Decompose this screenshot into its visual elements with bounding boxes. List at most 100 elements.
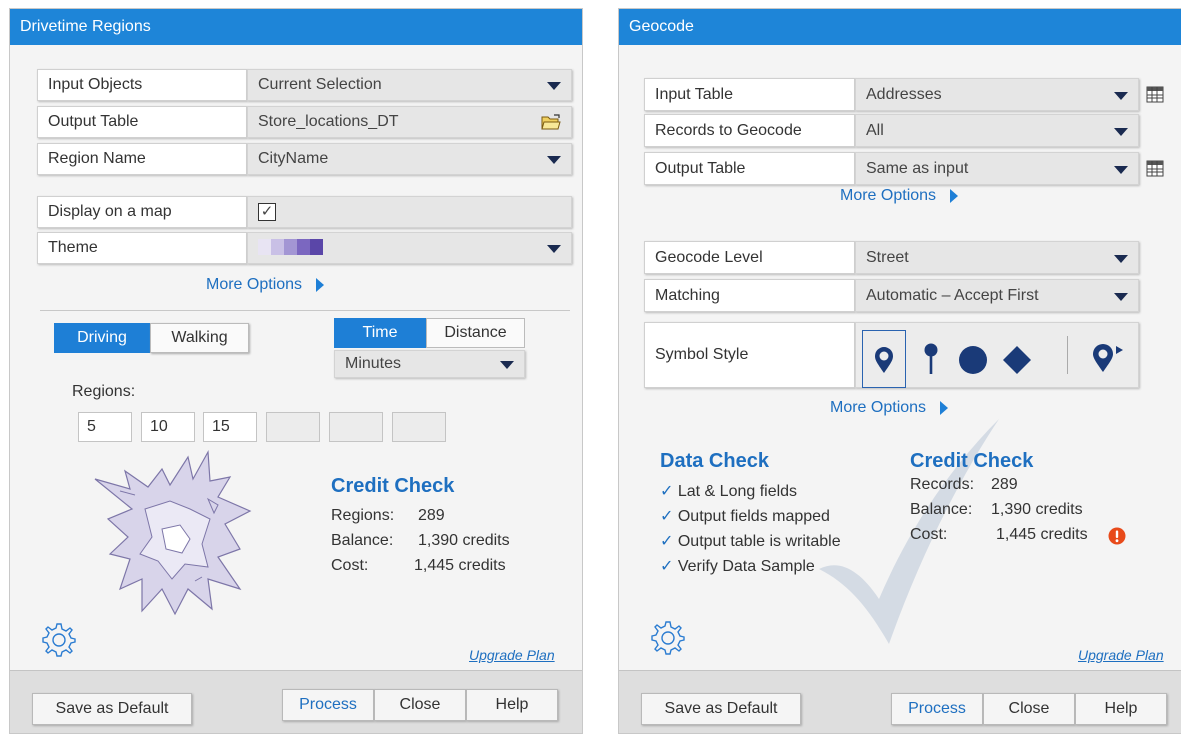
- help-button[interactable]: Help: [1075, 693, 1167, 725]
- divider: [40, 310, 570, 311]
- credit-cost-value: 1,445 credits: [414, 557, 506, 574]
- save-as-default-button[interactable]: Save as Default: [32, 693, 192, 725]
- output-table-value: Store_locations_DT: [258, 113, 399, 130]
- region-input-3[interactable]: 15: [203, 412, 257, 442]
- output-table-value: Same as input: [866, 160, 969, 177]
- data-check-item: ✓ Lat & Long fields: [660, 481, 797, 501]
- region-input-2[interactable]: 10: [141, 412, 195, 442]
- symbol-pushpin-option[interactable]: [911, 330, 955, 388]
- region-input-1[interactable]: 5: [78, 412, 132, 442]
- data-check-item: ✓ Output table is writable: [660, 531, 841, 551]
- check-icon: ✓: [660, 533, 674, 550]
- pushpin-icon: [924, 343, 938, 374]
- unit-select[interactable]: Minutes: [334, 350, 525, 378]
- records-to-geocode-value: All: [866, 122, 884, 139]
- more-options-link[interactable]: More Options: [206, 276, 325, 294]
- credit-check-title: Credit Check: [331, 475, 455, 497]
- dialog-footer: Save as Default Process Close Help: [10, 670, 582, 733]
- warning-icon: [1108, 527, 1126, 545]
- credit-cost-key: Cost:: [331, 557, 369, 574]
- regions-label: Regions:: [72, 383, 136, 400]
- triangle-right-icon: [316, 277, 325, 292]
- theme-label: Theme: [37, 232, 247, 264]
- display-on-map-checkbox[interactable]: ✓: [258, 203, 276, 221]
- folder-open-icon[interactable]: [541, 114, 561, 131]
- check-icon: ✓: [660, 558, 674, 575]
- chevron-down-icon: [547, 245, 561, 253]
- region-input-4[interactable]: [266, 412, 320, 442]
- credit-check-title: Credit Check: [910, 450, 1034, 472]
- check-icon: ✓: [660, 483, 674, 500]
- chevron-down-icon: [500, 361, 514, 369]
- credit-regions-key: Regions:: [331, 507, 395, 524]
- matching-select[interactable]: Automatic – Accept First: [855, 279, 1139, 312]
- region-name-label: Region Name: [37, 143, 247, 175]
- chevron-down-icon: [1114, 128, 1128, 136]
- save-as-default-button[interactable]: Save as Default: [641, 693, 801, 725]
- input-table-select[interactable]: Addresses: [855, 78, 1139, 111]
- table-icon[interactable]: [1145, 158, 1165, 178]
- symbol-circle-option[interactable]: [951, 330, 995, 388]
- gear-icon[interactable]: [40, 621, 76, 657]
- triangle-right-icon: [950, 188, 959, 203]
- matching-label: Matching: [644, 279, 855, 312]
- credit-records-key: Records:: [910, 476, 975, 493]
- records-to-geocode-select[interactable]: All: [855, 114, 1139, 147]
- output-table-select[interactable]: Same as input: [855, 152, 1139, 185]
- map-pin-more-icon: [1093, 344, 1123, 372]
- display-on-map-field: ✓: [247, 196, 572, 228]
- diamond-icon: [1003, 346, 1031, 374]
- input-objects-value: Current Selection: [258, 76, 382, 93]
- credit-cost-key: Cost:: [910, 526, 948, 543]
- symbol-style-label: Symbol Style: [644, 322, 855, 388]
- process-button[interactable]: Process: [891, 693, 983, 725]
- chevron-down-icon: [1114, 293, 1128, 301]
- display-on-map-label: Display on a map: [37, 196, 247, 228]
- geocode-level-label: Geocode Level: [644, 241, 855, 274]
- divider: [1067, 336, 1068, 374]
- table-icon[interactable]: [1145, 84, 1165, 104]
- upgrade-plan-link[interactable]: Upgrade Plan: [1078, 647, 1164, 663]
- input-objects-select[interactable]: Current Selection: [247, 69, 572, 101]
- check-icon: ✓: [660, 508, 674, 525]
- symbol-more-option[interactable]: [1085, 330, 1129, 388]
- theme-swatch: [258, 239, 323, 255]
- geocode-level-value: Street: [866, 249, 909, 266]
- chevron-down-icon: [547, 82, 561, 90]
- tab-driving[interactable]: Driving: [54, 323, 150, 353]
- output-table-field[interactable]: Store_locations_DT: [247, 106, 572, 138]
- tab-walking[interactable]: Walking: [150, 323, 249, 353]
- close-button[interactable]: Close: [374, 689, 466, 721]
- chevron-down-icon: [1114, 255, 1128, 263]
- tab-distance[interactable]: Distance: [426, 318, 525, 348]
- chevron-down-icon: [1114, 92, 1128, 100]
- geocode-dialog: Geocode Input Table Addresses Records to…: [618, 8, 1181, 734]
- credit-balance-value: 1,390 credits: [991, 501, 1083, 518]
- input-table-label: Input Table: [644, 78, 855, 111]
- data-check-item: ✓ Verify Data Sample: [660, 556, 815, 576]
- chevron-down-icon: [547, 156, 561, 164]
- more-options-label: More Options: [840, 187, 937, 204]
- help-button[interactable]: Help: [466, 689, 558, 721]
- theme-select[interactable]: [247, 232, 572, 264]
- region-input-5[interactable]: [329, 412, 383, 442]
- region-name-select[interactable]: CityName: [247, 143, 572, 175]
- symbol-diamond-option[interactable]: [995, 330, 1039, 388]
- close-button[interactable]: Close: [983, 693, 1075, 725]
- region-name-value: CityName: [258, 150, 329, 167]
- dialog-footer: Save as Default Process Close Help: [619, 670, 1181, 733]
- tab-time[interactable]: Time: [334, 318, 426, 348]
- more-options-link[interactable]: More Options: [840, 187, 959, 205]
- output-table-label: Output Table: [37, 106, 247, 138]
- gear-icon[interactable]: [649, 619, 685, 655]
- matching-value: Automatic – Accept First: [866, 287, 1039, 304]
- credit-regions-value: 289: [418, 507, 445, 524]
- data-check-item-label: Output table is writable: [677, 533, 841, 550]
- map-pin-icon: [875, 347, 893, 373]
- process-button[interactable]: Process: [282, 689, 374, 721]
- drivetime-regions-dialog: Drivetime Regions Input Objects Current …: [9, 8, 583, 734]
- region-input-6[interactable]: [392, 412, 446, 442]
- upgrade-plan-link[interactable]: Upgrade Plan: [469, 647, 555, 663]
- symbol-pin-outline-option[interactable]: [862, 330, 906, 388]
- geocode-level-select[interactable]: Street: [855, 241, 1139, 274]
